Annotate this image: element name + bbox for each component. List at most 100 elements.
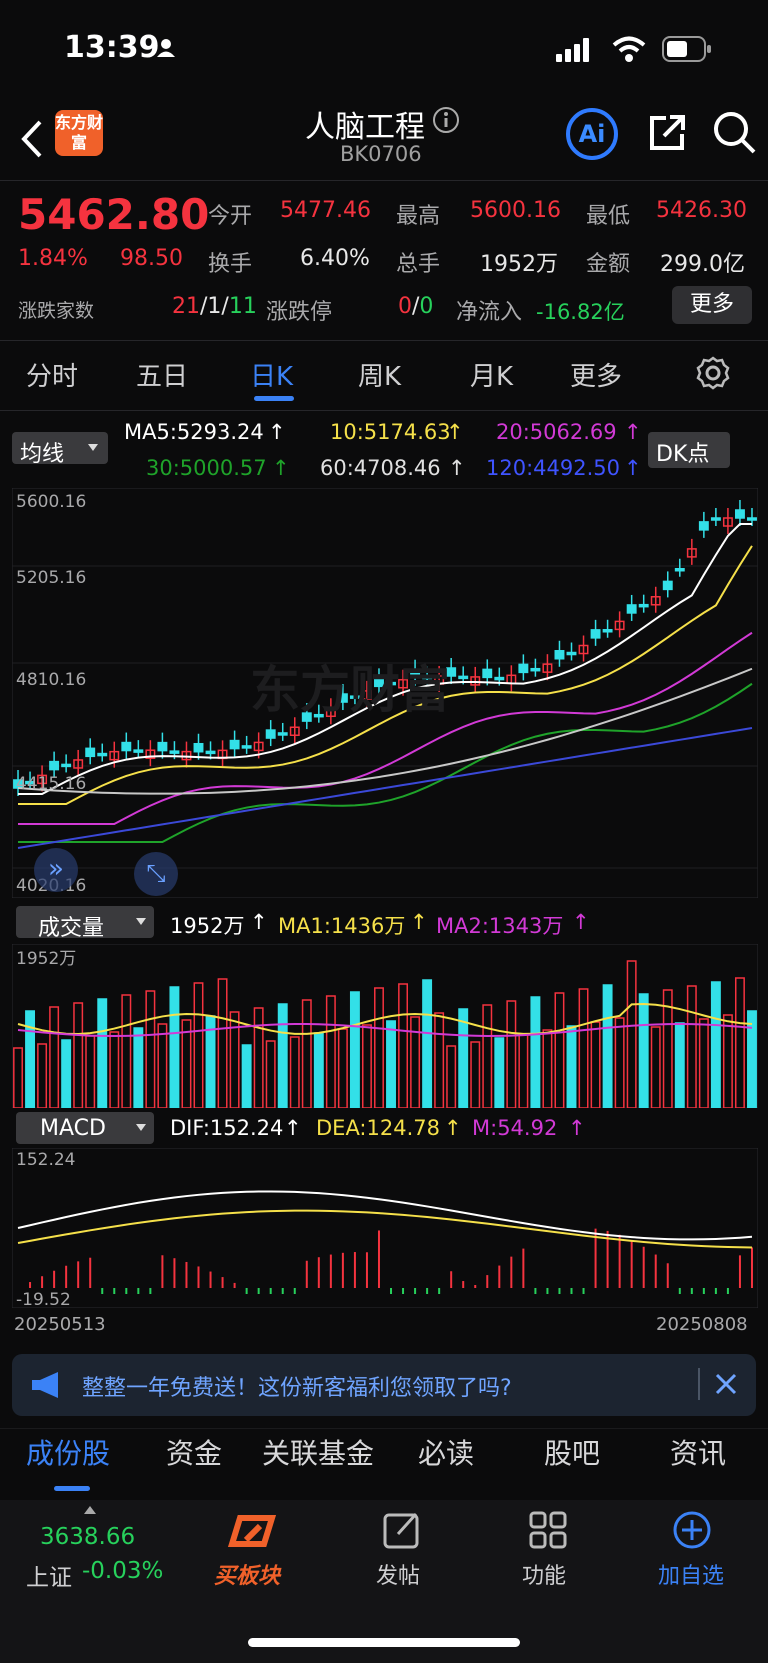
- promo-banner[interactable]: 整整一年免费送！这份新客福利您领取了吗?: [12, 1354, 756, 1416]
- volume-bar: [518, 1033, 529, 1108]
- plus-circle-icon: [673, 1511, 711, 1549]
- tab-underline: [254, 396, 294, 401]
- volume-bar: [61, 1039, 72, 1108]
- functions-button[interactable]: 功能: [512, 1510, 582, 1590]
- volume-bar: [37, 1043, 48, 1108]
- volume-bar: [361, 1024, 372, 1108]
- volume-bar: [374, 987, 384, 1108]
- macd-chart[interactable]: [12, 1148, 758, 1308]
- board-code: BK0706: [340, 142, 422, 166]
- breadth-counts: 21/1/11: [172, 294, 257, 319]
- banner-text: 整整一年免费送！这份新客福利您领取了吗?: [82, 1376, 512, 1401]
- macd-axis-top: 152.24: [16, 1150, 76, 1170]
- tab-more[interactable]: 更多: [570, 356, 622, 393]
- volume-bar: [217, 978, 228, 1108]
- candle: [482, 668, 493, 679]
- volume-bar: [253, 1007, 264, 1108]
- add-watchlist-button[interactable]: 加自选: [652, 1510, 732, 1590]
- volume-bar: [602, 984, 613, 1108]
- macd-selector[interactable]: MACD: [16, 1112, 154, 1144]
- dea-line: [17, 1209, 752, 1249]
- tab-must-read[interactable]: 必读: [418, 1432, 474, 1472]
- volume-bar: [49, 1006, 60, 1108]
- volume-bar: [398, 983, 409, 1108]
- volume-bar: [698, 1018, 709, 1108]
- candle: [97, 752, 108, 757]
- volume-bar: [265, 1040, 276, 1108]
- ma10-label: 10:5174.63: [330, 420, 451, 444]
- settings-icon[interactable]: [696, 356, 730, 394]
- dropdown-caret-icon: [136, 918, 146, 925]
- megaphone-icon: [32, 1372, 66, 1402]
- back-icon[interactable]: [18, 118, 44, 164]
- volume-bar: [590, 1021, 601, 1108]
- volume-bar: [422, 979, 433, 1108]
- search-icon[interactable]: [712, 110, 758, 160]
- candle: [662, 580, 673, 591]
- date-end: 20250808: [656, 1314, 748, 1335]
- dk-point-button[interactable]: DK点: [648, 432, 730, 468]
- volume-bar: [686, 985, 697, 1108]
- volume-label: 总手: [396, 252, 441, 277]
- ma20-label: 20:5062.69: [496, 420, 617, 444]
- low-label: 最低: [586, 204, 631, 229]
- turnover-value: 6.40%: [300, 246, 370, 271]
- candle: [530, 667, 541, 672]
- volume-bar: [554, 992, 565, 1108]
- collapse-left-icon[interactable]: »: [34, 848, 78, 892]
- y-axis-2: 5205.16: [16, 568, 87, 588]
- info-icon[interactable]: [432, 106, 460, 138]
- index-change[interactable]: -0.03%: [82, 1558, 163, 1584]
- buy-sector-button[interactable]: 买板块: [212, 1510, 292, 1590]
- index-name[interactable]: 上证: [26, 1558, 72, 1592]
- volume-bar: [747, 1010, 757, 1108]
- volume-bar: [386, 1020, 396, 1108]
- tab-forum[interactable]: 股吧: [544, 1432, 600, 1472]
- app-logo[interactable]: 东方财富: [55, 110, 103, 156]
- post-button[interactable]: 发帖: [366, 1510, 436, 1590]
- volume-bar: [434, 1012, 445, 1108]
- tab-intraday[interactable]: 分时: [26, 356, 78, 393]
- candle: [133, 749, 144, 753]
- tab-news[interactable]: 资讯: [670, 1432, 726, 1472]
- volume-bar: [674, 1022, 685, 1108]
- ma120-label: 120:4492.50: [486, 456, 620, 480]
- expand-icon[interactable]: ⤡: [134, 852, 178, 896]
- change-percent: 1.84%: [18, 246, 88, 271]
- tab-monthly-k[interactable]: 月K: [470, 356, 513, 393]
- candle: [277, 732, 288, 736]
- volume-bar: [169, 986, 180, 1108]
- volume-bar: [578, 988, 589, 1108]
- volume-bar: [494, 1037, 505, 1108]
- signal-icon: [556, 38, 592, 66]
- volume-bar: [710, 981, 721, 1108]
- tab-five-day[interactable]: 五日: [136, 356, 188, 393]
- volume-bar: [157, 1023, 168, 1108]
- date-start: 20250513: [14, 1314, 106, 1335]
- volume-bar: [734, 977, 745, 1108]
- page-title: 人脑工程: [305, 110, 425, 145]
- candle: [554, 650, 565, 660]
- volume-chart[interactable]: [12, 944, 758, 1108]
- tab-related-funds[interactable]: 关联基金: [262, 1432, 374, 1472]
- more-quote-button[interactable]: 更多: [672, 286, 752, 324]
- index-value[interactable]: 3638.66: [40, 1524, 135, 1550]
- volume-bar: [337, 1028, 348, 1108]
- candle: [518, 663, 529, 674]
- macd-axis-bottom: -19.52: [16, 1290, 71, 1310]
- high-label: 最高: [396, 204, 441, 229]
- volume-selector[interactable]: 成交量: [16, 906, 154, 941]
- ai-button[interactable]: Ai: [566, 108, 618, 160]
- volume-bar: [626, 960, 637, 1108]
- candle: [458, 675, 469, 680]
- tab-weekly-k[interactable]: 周K: [358, 356, 401, 393]
- close-icon[interactable]: [714, 1372, 738, 1400]
- share-icon[interactable]: [646, 112, 688, 158]
- candle: [734, 509, 745, 519]
- amount-label: 金额: [586, 252, 631, 277]
- candle: [121, 741, 132, 752]
- tab-daily-k[interactable]: 日K: [250, 356, 293, 393]
- volume-bar: [301, 999, 312, 1108]
- tab-constituents[interactable]: 成份股: [26, 1432, 110, 1472]
- tab-funds[interactable]: 资金: [166, 1432, 222, 1472]
